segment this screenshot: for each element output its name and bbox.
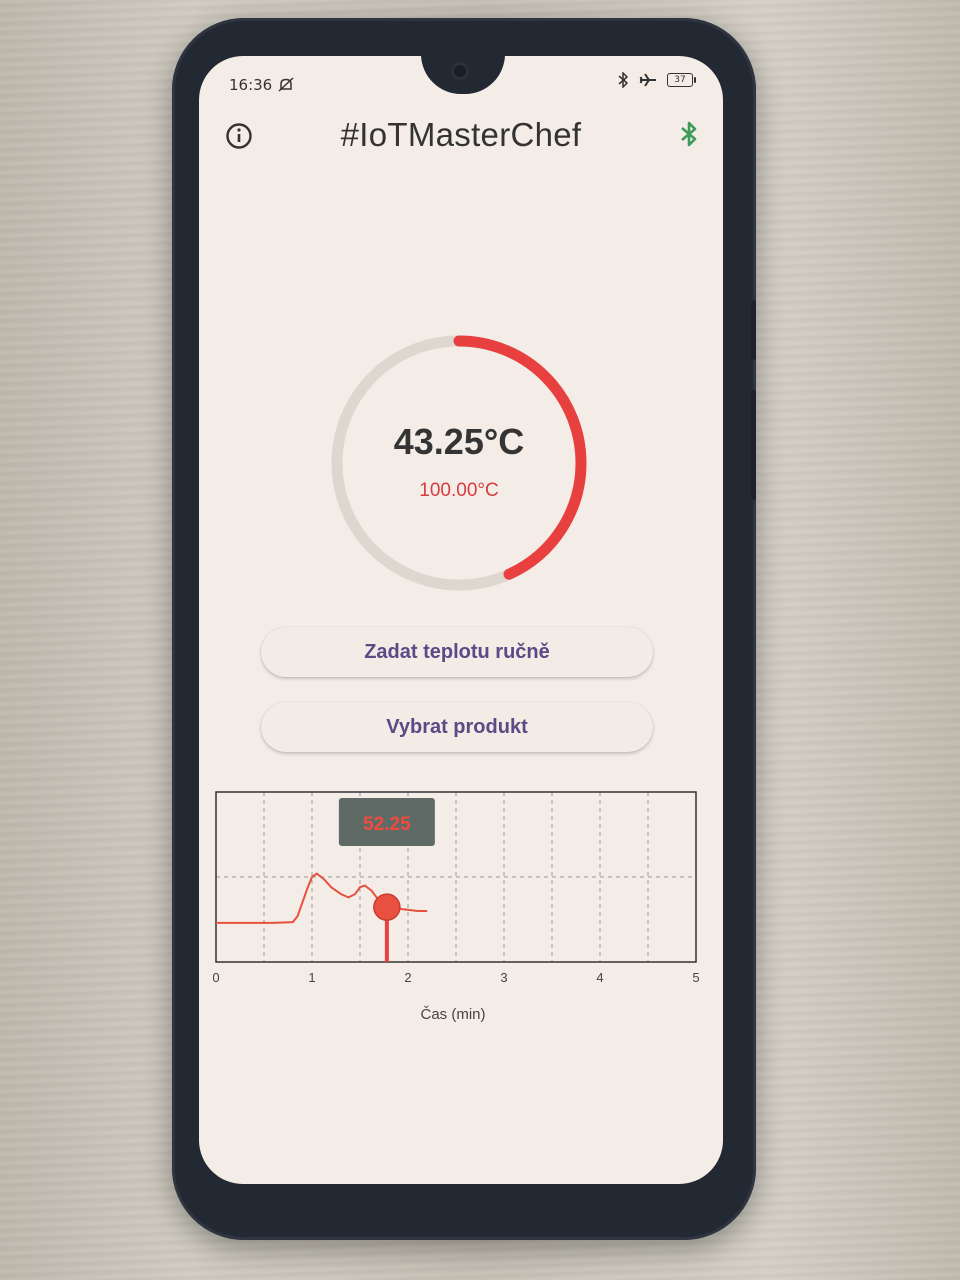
x-tick-label: 1 bbox=[308, 970, 315, 985]
x-tick-label: 3 bbox=[500, 970, 507, 985]
app-title: #IoTMasterChef bbox=[340, 116, 582, 153]
tooltip-value: 52.25 bbox=[363, 814, 411, 835]
x-tick-label: 0 bbox=[213, 970, 220, 985]
bluetooth-status-icon bbox=[618, 72, 629, 88]
power-button bbox=[751, 390, 756, 500]
x-tick-label: 4 bbox=[596, 970, 603, 985]
mute-icon bbox=[278, 77, 294, 92]
x-tick-label: 2 bbox=[404, 970, 411, 985]
target-temperature: 100.00°C bbox=[419, 480, 499, 501]
front-camera bbox=[451, 62, 469, 80]
battery-icon: 37 bbox=[667, 73, 696, 87]
current-temperature: 43.25°C bbox=[393, 421, 525, 462]
app-screen: 16:36 37 #IoTMasterChef 43.25°C 100.00°C… bbox=[199, 56, 723, 1184]
chart-x-axis-label: Čas (min) bbox=[420, 1006, 486, 1023]
volume-button bbox=[751, 300, 756, 360]
bluetooth-icon[interactable] bbox=[678, 120, 700, 148]
temperature-chart[interactable]: 0 1 2 3 4 5 52.25 bbox=[213, 786, 703, 1026]
x-tick-label: 5 bbox=[692, 970, 699, 985]
tooltip-point bbox=[373, 893, 401, 921]
manual-temperature-button[interactable]: Zadat teplotu ručně bbox=[261, 627, 653, 677]
select-product-button[interactable]: Vybrat produkt bbox=[261, 702, 653, 752]
airplane-icon bbox=[639, 73, 656, 87]
temperature-gauge bbox=[331, 335, 587, 591]
status-icons: 37 bbox=[617, 72, 696, 88]
status-time: 16:36 bbox=[229, 76, 273, 94]
